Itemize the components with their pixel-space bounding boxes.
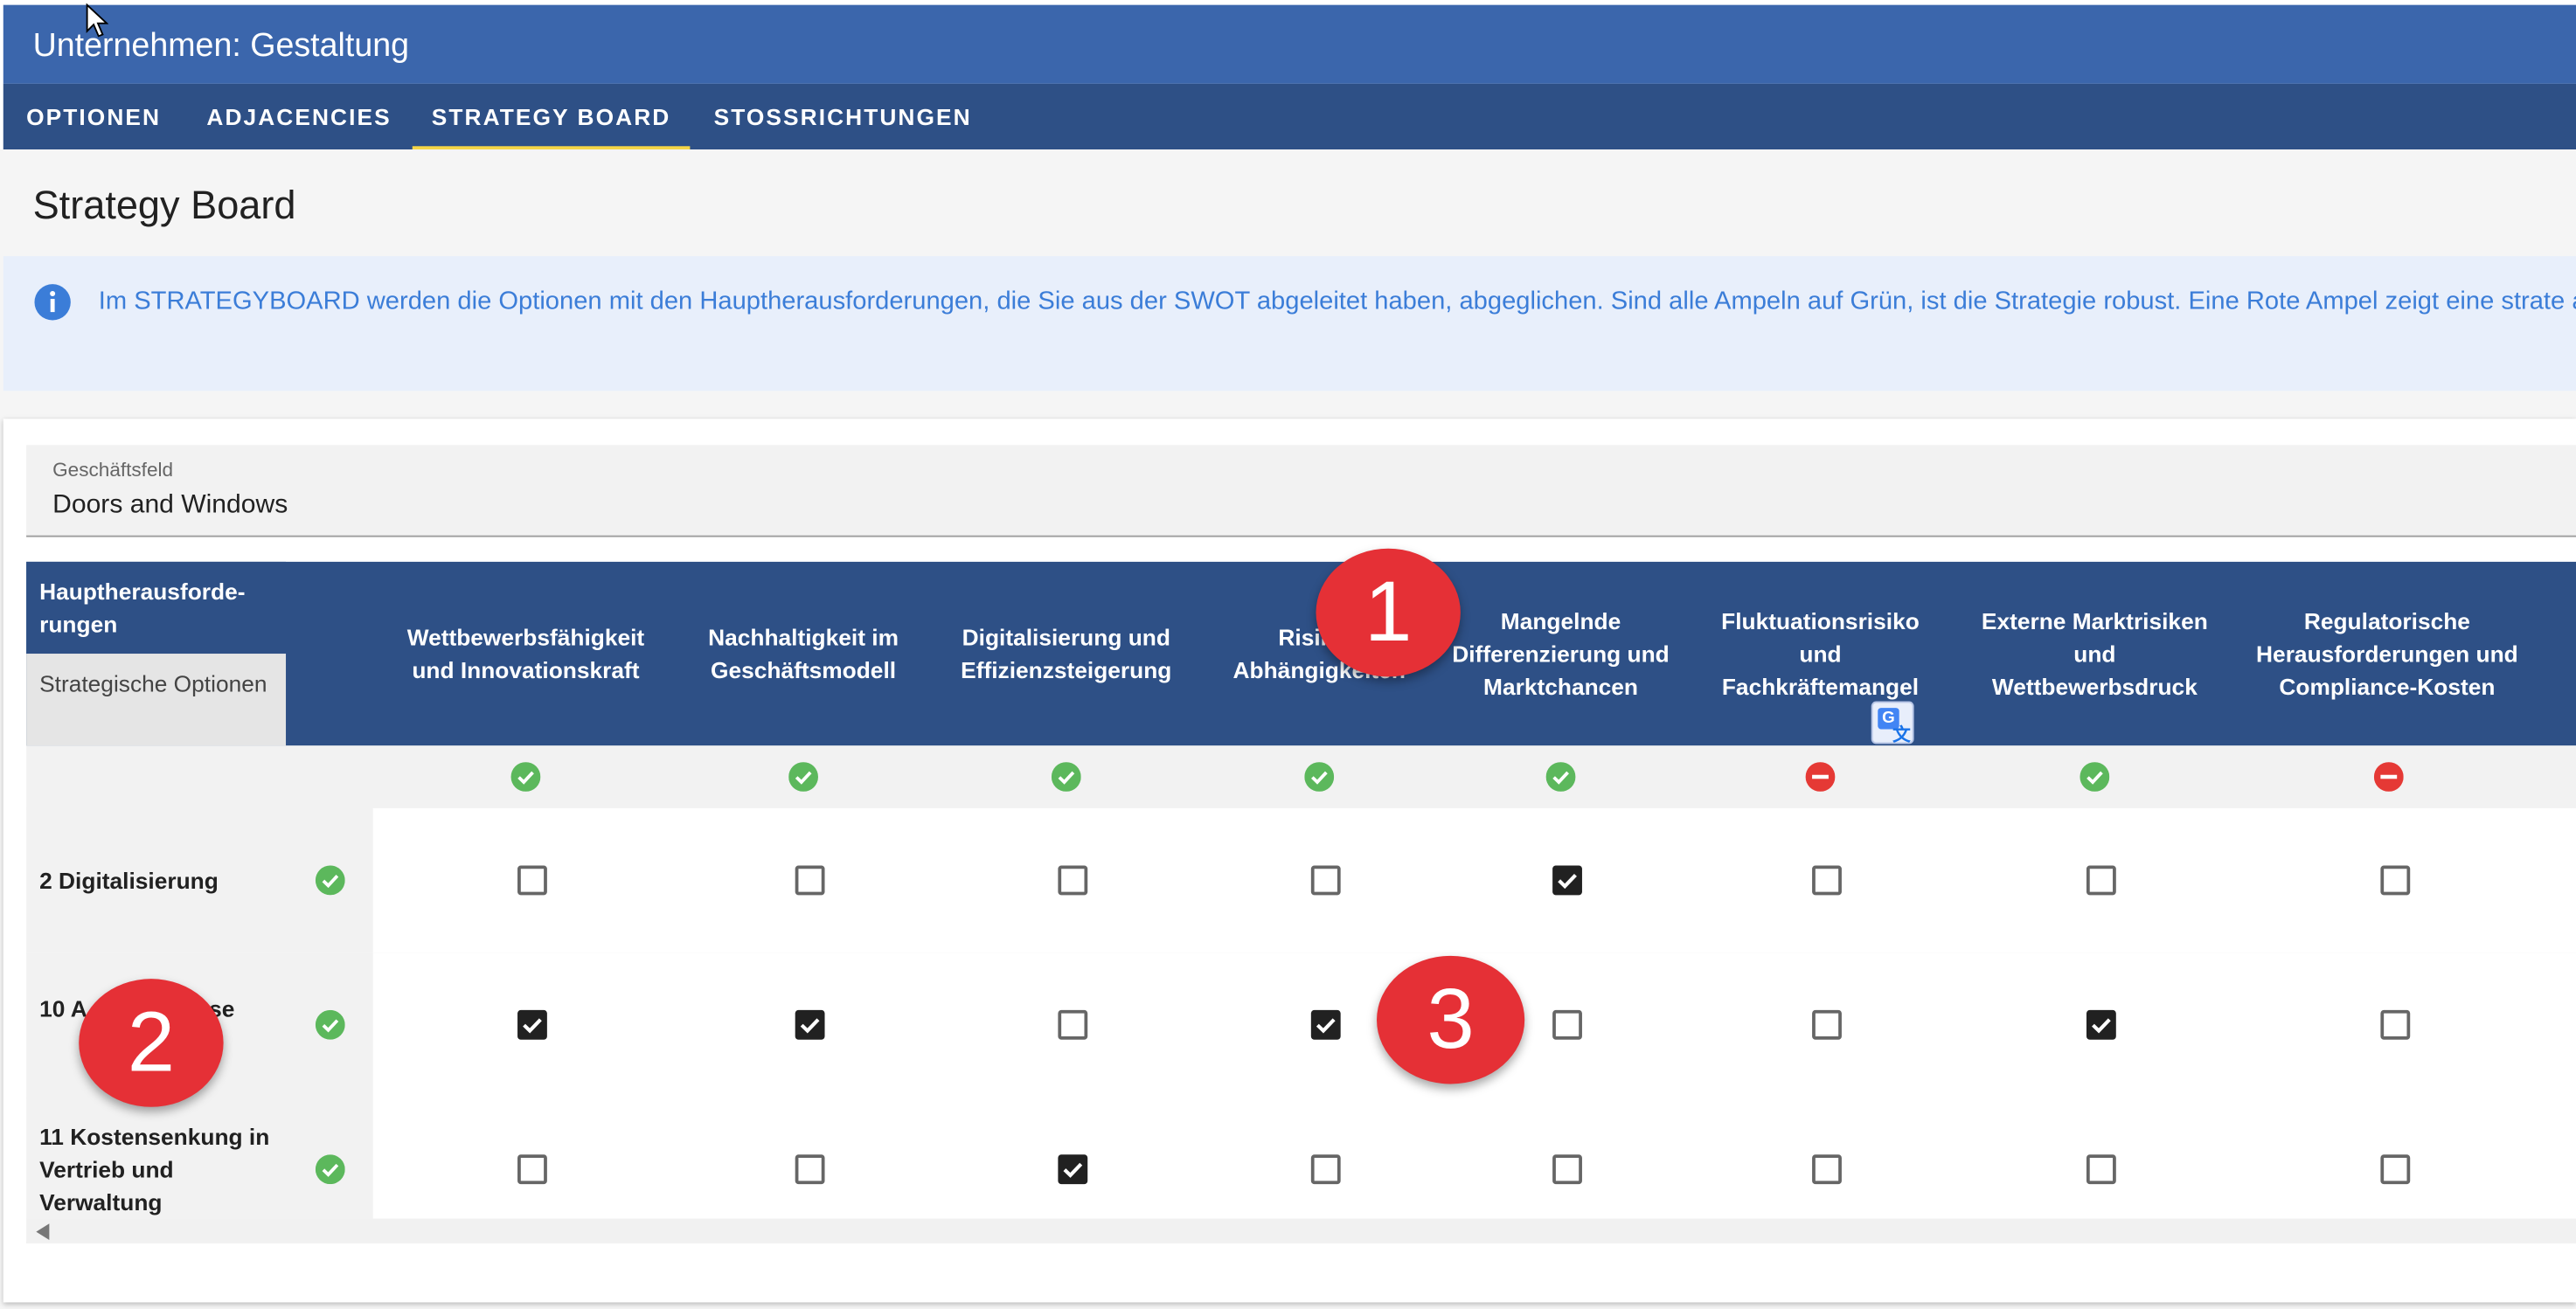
- info-icon: [34, 284, 71, 321]
- column-header: Regulatorische Herausforderungen und Com…: [2256, 607, 2518, 700]
- checkbox[interactable]: [1058, 865, 1088, 896]
- row-label: 2 Digitalisierung: [39, 867, 219, 894]
- geschaeftsfeld-select[interactable]: Geschäftsfeld Doors and Windows: [26, 445, 2576, 537]
- checkbox[interactable]: [2380, 1009, 2411, 1040]
- checkbox[interactable]: [1310, 865, 1341, 896]
- checkbox-checked[interactable]: [1058, 1154, 1088, 1185]
- column-header: Mangelnde Differenzierung und Marktchanc…: [1452, 607, 1670, 700]
- checkmark-icon: [1316, 1018, 1336, 1034]
- checkbox-checked[interactable]: [517, 1009, 547, 1040]
- ampel-row: [26, 745, 2576, 810]
- column-header: Digitalisierung und Effizienzsteigerung: [961, 624, 1172, 683]
- tab-adjacencies[interactable]: ADJACENCIES: [184, 84, 414, 149]
- table-row: 10 A ung der esse: [26, 952, 2576, 1099]
- table-header: Hauptherausforde-rungen Strategische Opt…: [26, 561, 2576, 746]
- check-circle-icon: [510, 762, 541, 792]
- row-label: 11 Kostensenkung in Vertrieb und Verwalt…: [39, 1123, 270, 1216]
- minus-circle-icon: [2373, 762, 2404, 792]
- column-header: Externe Marktrisiken und Wettbewerbsdruc…: [1981, 607, 2208, 700]
- tab-bar: OPTIONEN ADJACENCIES STRATEGY BOARD STOS…: [3, 83, 2576, 150]
- check-circle-icon: [1051, 762, 1081, 792]
- checkbox[interactable]: [517, 1154, 547, 1185]
- callout-marker-2: 2: [79, 979, 224, 1107]
- callout-marker-3: 3: [1377, 955, 1525, 1084]
- check-circle-icon: [1304, 762, 1335, 792]
- check-circle-icon: [2080, 762, 2110, 792]
- page-title: Strategy Board: [32, 184, 296, 229]
- checkbox-checked[interactable]: [1310, 1009, 1341, 1040]
- scroll-left-arrow-icon[interactable]: [36, 1223, 50, 1241]
- checkbox[interactable]: [1812, 865, 1842, 896]
- checkmark-icon: [1558, 873, 1577, 890]
- checkbox[interactable]: [2086, 1154, 2116, 1185]
- callout-marker-1: 1: [1316, 548, 1461, 677]
- tab-strategy-board[interactable]: STRATEGY BOARD: [412, 84, 691, 150]
- column-header: Wettbewerbsfähigkeit und Innovationskraf…: [406, 624, 645, 683]
- checkbox[interactable]: [1552, 1009, 1582, 1040]
- checkbox-checked[interactable]: [2086, 1009, 2116, 1040]
- column-header: Nachhaltigkeit im Geschäftsmodell: [708, 624, 899, 683]
- check-circle-icon: [788, 762, 818, 792]
- checkbox[interactable]: [1310, 1154, 1341, 1185]
- app-bar: Unternehmen: Gestaltung: [3, 4, 2576, 84]
- checkbox[interactable]: [795, 865, 825, 896]
- google-translate-icon[interactable]: G 文: [1871, 701, 1914, 746]
- checkbox[interactable]: [795, 1154, 825, 1185]
- checkmark-icon: [523, 1018, 542, 1034]
- header-strategische-optionen: Strategische Optionen: [26, 654, 287, 746]
- horizontal-scrollbar[interactable]: [26, 1218, 2576, 1243]
- tab-optionen[interactable]: OPTIONEN: [3, 84, 184, 149]
- header-hauptherausforderungen: Hauptherausforde-rungen: [26, 561, 287, 654]
- check-circle-icon: [315, 1009, 345, 1040]
- strategy-table: Hauptherausforde-rungen Strategische Opt…: [26, 561, 2576, 1243]
- info-alert: Im STRATEGYBOARD werden die Optionen mit…: [3, 256, 2576, 391]
- checkbox[interactable]: [1552, 1154, 1582, 1185]
- checkbox-checked[interactable]: [795, 1009, 825, 1040]
- checkmark-icon: [800, 1018, 820, 1034]
- checkmark-icon: [2092, 1018, 2111, 1034]
- check-circle-icon: [1545, 762, 1576, 792]
- tab-stossrichtungen[interactable]: STOSSRICHTUNGEN: [690, 84, 996, 149]
- checkbox[interactable]: [1812, 1154, 1842, 1185]
- checkbox[interactable]: [2380, 1154, 2411, 1185]
- checkbox[interactable]: [2380, 865, 2411, 896]
- translate-a-glyph: 文: [1892, 725, 1911, 746]
- checkbox[interactable]: [2086, 865, 2116, 896]
- minus-circle-icon: [1805, 762, 1836, 792]
- mouse-cursor-icon: [86, 3, 109, 38]
- check-circle-icon: [315, 865, 345, 896]
- screen: Unternehmen: Gestaltung OPTIONEN ADJACEN…: [0, 0, 2576, 1309]
- table-row: 2 Digitalisierung: [26, 807, 2576, 954]
- checkmark-icon: [1063, 1162, 1083, 1178]
- check-circle-icon: [315, 1154, 345, 1185]
- checkbox[interactable]: [517, 865, 547, 896]
- checkbox-checked[interactable]: [1552, 865, 1582, 896]
- geschaeftsfeld-label: Geschäftsfeld: [52, 458, 174, 481]
- checkbox[interactable]: [1812, 1009, 1842, 1040]
- checkbox[interactable]: [1058, 1009, 1088, 1040]
- info-text: Im STRATEGYBOARD werden die Optionen mit…: [98, 287, 2576, 315]
- geschaeftsfeld-value: Doors and Windows: [52, 490, 288, 519]
